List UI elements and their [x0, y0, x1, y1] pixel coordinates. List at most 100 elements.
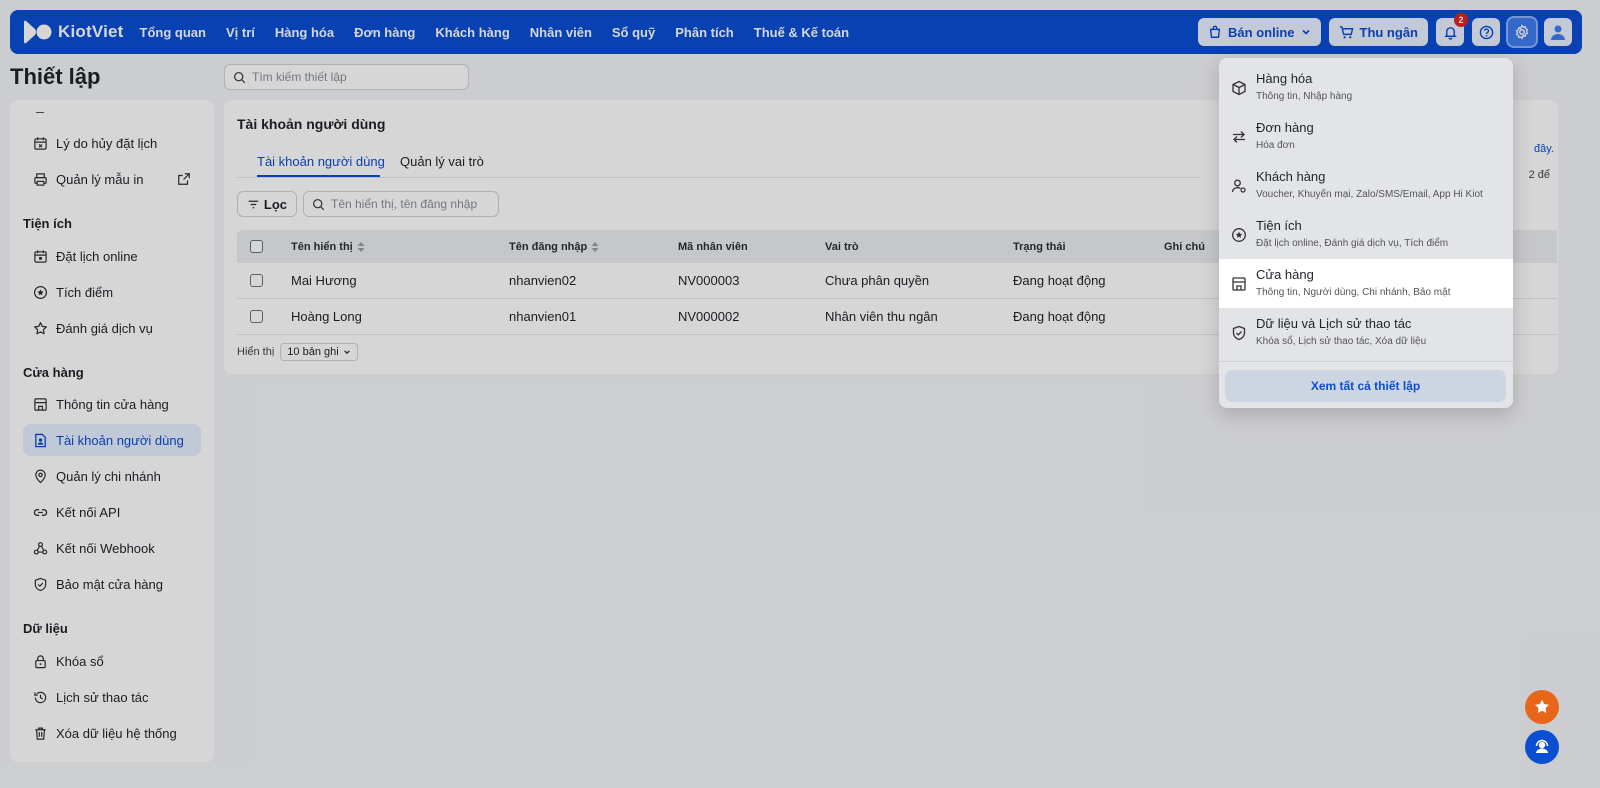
kiotviet-logo-icon [24, 20, 52, 44]
sidebar-item-online-booking[interactable]: Đặt lịch online [23, 240, 201, 272]
notification-badge: 2 [1454, 13, 1468, 27]
column-header-username[interactable]: Tên đăng nhập [509, 230, 599, 263]
settings-sidebar: Lý do hủy đặt lịch Quản lý mẫu in Tiện í… [10, 100, 214, 762]
shield-icon [34, 577, 47, 591]
printer-icon [34, 172, 47, 186]
star-circle-icon [1232, 228, 1246, 242]
gear-icon [1515, 24, 1529, 40]
column-header-note: Ghi chú [1164, 240, 1205, 253]
support-agent-icon [1535, 739, 1549, 753]
cashier-label: Thu ngân [1359, 24, 1419, 40]
sidebar-item-webhook[interactable]: Kết nối Webhook [23, 532, 201, 564]
row-checkbox[interactable] [250, 309, 263, 323]
user-file-icon [35, 433, 46, 447]
sidebar-item-book-lock[interactable]: Khóa sổ [23, 645, 201, 677]
favorite-fab-button[interactable] [1525, 690, 1559, 724]
sell-online-button[interactable]: Bán online [1198, 18, 1321, 46]
sidebar-item-branches[interactable]: Quản lý chi nhánh [23, 460, 201, 492]
settings-menu-item-orders[interactable]: Đơn hàng Hóa đơn [1219, 112, 1513, 161]
page-size-value: 10 bản ghi [287, 346, 339, 358]
settings-search-input[interactable]: Tìm kiếm thiết lập [224, 64, 469, 90]
external-link-icon[interactable] [177, 172, 191, 186]
shop-bag-icon [1209, 25, 1221, 38]
nav-tax-accounting[interactable]: Thuế & Kế toán [754, 25, 849, 40]
store-icon [34, 397, 47, 411]
settings-search-placeholder: Tìm kiếm thiết lập [252, 70, 347, 84]
help-button[interactable] [1472, 18, 1500, 46]
nav-overview[interactable]: Tổng quan [140, 25, 206, 40]
chevron-down-icon [343, 350, 350, 355]
lock-icon [35, 654, 46, 668]
view-all-settings-button[interactable]: Xem tất cả thiết lập [1225, 370, 1506, 402]
info-link-fragment[interactable]: đây. [1534, 143, 1554, 155]
row-checkbox[interactable] [250, 273, 263, 287]
active-tab-indicator [257, 175, 380, 177]
column-header-display-name[interactable]: Tên hiển thị [291, 230, 365, 263]
support-fab-button[interactable] [1525, 730, 1559, 764]
sidebar-item-loyalty-points[interactable]: Tích điểm [23, 276, 201, 308]
main-nav: Tổng quan Vị trí Hàng hóa Đơn hàng Khách… [140, 25, 850, 40]
sidebar-item-service-rating[interactable]: Đánh giá dịch vụ [23, 312, 201, 344]
filter-button[interactable]: Lọc [237, 191, 297, 217]
sidebar-item-label: Lịch sử thao tác [56, 689, 149, 705]
sidebar-item-cancel-reasons[interactable]: Lý do hủy đặt lịch [23, 127, 201, 159]
page-title: Thiết lập [10, 64, 101, 89]
nav-cashbook[interactable]: Sổ quỹ [612, 25, 655, 40]
cell-display-name: Hoàng Long [291, 309, 362, 324]
nav-customers[interactable]: Khách hàng [435, 25, 509, 40]
user-icon [1551, 25, 1565, 40]
nav-location[interactable]: Vị trí [226, 25, 255, 40]
settings-button[interactable] [1506, 16, 1538, 48]
sidebar-item-action-history[interactable]: Lịch sử thao tác [23, 681, 201, 713]
history-icon [34, 691, 47, 703]
notification-button[interactable]: 2 [1436, 13, 1468, 46]
sidebar-item-label: Kết nối API [56, 504, 121, 520]
tab-user-accounts[interactable]: Tài khoản người dùng [257, 154, 385, 169]
cell-username: nhanvien02 [509, 273, 577, 288]
calendar-icon [34, 249, 47, 263]
menu-item-title: Dữ liệu và Lịch sử thao tác [1256, 316, 1412, 331]
settings-menu-item-data-history[interactable]: Dữ liệu và Lịch sử thao tác Khóa sổ, Lịc… [1219, 308, 1513, 357]
cell-role: Chưa phân quyền [825, 273, 930, 288]
swap-icon [1233, 131, 1245, 143]
star-circle-icon [33, 285, 48, 299]
user-search-input[interactable]: Tên hiển thị, tên đăng nhập [303, 191, 499, 217]
nav-products[interactable]: Hàng hóa [275, 25, 334, 40]
tab-role-management[interactable]: Quản lý vai trò [400, 154, 484, 169]
sidebar-item-store-security[interactable]: Bảo mật cửa hàng [23, 568, 201, 600]
sidebar-item-label: Tích điểm [56, 284, 114, 300]
sidebar-item-label: Thông tin cửa hàng [56, 396, 169, 412]
settings-menu-item-customers[interactable]: Khách hàng Voucher, Khuyến mại, Zalo/SMS… [1219, 161, 1513, 210]
nav-analytics[interactable]: Phân tích [675, 25, 734, 40]
menu-item-subtitle: Đặt lịch online, Đánh giá dịch vụ, Tích … [1256, 238, 1449, 249]
settings-menu-item-products[interactable]: Hàng hóa Thông tin, Nhập hàng [1219, 63, 1513, 112]
settings-menu-item-utilities[interactable]: Tiện ích Đặt lịch online, Đánh giá dịch … [1219, 210, 1513, 259]
star-icon [34, 321, 47, 334]
nav-orders[interactable]: Đơn hàng [354, 25, 415, 40]
menu-item-subtitle: Hóa đơn [1256, 140, 1295, 151]
cell-username: nhanvien01 [509, 309, 577, 324]
user-avatar[interactable] [1544, 18, 1572, 46]
cashier-button[interactable]: Thu ngân [1328, 18, 1428, 46]
sidebar-item-api[interactable]: Kết nối API [23, 496, 201, 528]
chevron-down-icon [1301, 29, 1310, 35]
sidebar-item-label: Đánh giá dịch vụ [56, 320, 153, 336]
kiotviet-logo[interactable]: KiotViet [22, 19, 124, 45]
sidebar-item-delete-data[interactable]: Xóa dữ liệu hệ thống [23, 717, 201, 749]
sidebar-item-label: Khóa sổ [56, 653, 104, 669]
sidebar-item-label: Xóa dữ liệu hệ thống [56, 725, 177, 741]
sidebar-item-print-templates[interactable]: Quản lý mẫu in [23, 163, 201, 195]
sidebar-item-label: Kết nối Webhook [56, 540, 155, 556]
nav-employees[interactable]: Nhân viên [530, 25, 592, 40]
page-size-select[interactable]: 10 bản ghi [280, 343, 358, 361]
column-header-employee-code: Mã nhân viên [678, 240, 748, 253]
sidebar-item-user-accounts[interactable]: Tài khoản người dùng [23, 424, 201, 456]
sidebar-item-label: Đặt lịch online [56, 248, 138, 264]
sidebar-item-label: Quản lý chi nhánh [56, 468, 161, 484]
select-all-checkbox[interactable] [250, 239, 263, 253]
column-header-label: Tên hiển thị [291, 240, 353, 253]
menu-item-subtitle: Thông tin, Người dùng, Chi nhánh, Bảo mậ… [1256, 287, 1451, 298]
user-gear-icon [1231, 179, 1246, 193]
star-icon [1535, 699, 1549, 713]
settings-menu-item-store[interactable]: Cửa hàng Thông tin, Người dùng, Chi nhán… [1219, 259, 1513, 308]
